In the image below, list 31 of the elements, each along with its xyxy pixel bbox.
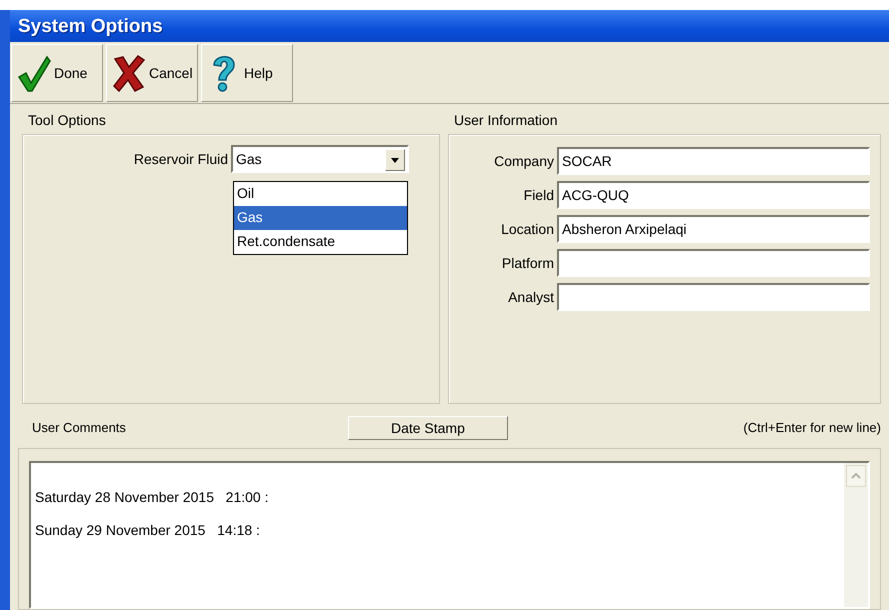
field-label: Field (522, 186, 555, 204)
input-field[interactable] (557, 283, 870, 311)
input-field[interactable] (557, 249, 870, 277)
dropdown-option[interactable]: Ret.condensate (234, 230, 407, 254)
comment-line: Sunday 29 November 2015 14:18 : (35, 521, 260, 540)
dropdown-option[interactable]: Oil (234, 182, 407, 206)
field-label: Reservoir Fluid (132, 150, 229, 168)
comments-field[interactable]: Saturday 28 November 2015 21:00 : Sunday 29 November 2015 14:18 : (29, 461, 870, 609)
section-title: User Comments (32, 419, 126, 438)
check-icon (16, 53, 52, 93)
cancel-button[interactable]: Cancel (106, 44, 198, 102)
input-field[interactable]: SOCAR (557, 147, 870, 175)
done-button[interactable]: Done (11, 44, 103, 102)
group-title: User Information (453, 111, 558, 130)
date-stamp-button[interactable]: Date Stamp (348, 416, 508, 440)
field-label: Analyst (507, 288, 555, 307)
input-field[interactable]: ACG-QUQ (557, 181, 870, 209)
dropdown-option[interactable]: Gas (234, 206, 407, 230)
field-label: Location (500, 220, 555, 238)
window-title: System Options (10, 10, 889, 42)
help-button[interactable]: Help (201, 44, 293, 102)
hint-text: (Ctrl+Enter for new line) (743, 419, 881, 438)
caret-icon (851, 473, 861, 479)
input-field[interactable]: Absheron Arxipelaqi (557, 215, 870, 243)
caret-icon (391, 158, 399, 162)
field-label: Company (493, 152, 555, 171)
dropdown-button[interactable] (385, 149, 405, 171)
comment-line: Saturday 28 November 2015 21:00 : (35, 488, 268, 507)
group-title: Tool Options (27, 111, 107, 130)
cross-icon (111, 53, 147, 93)
field-label: Platform (500, 254, 555, 272)
